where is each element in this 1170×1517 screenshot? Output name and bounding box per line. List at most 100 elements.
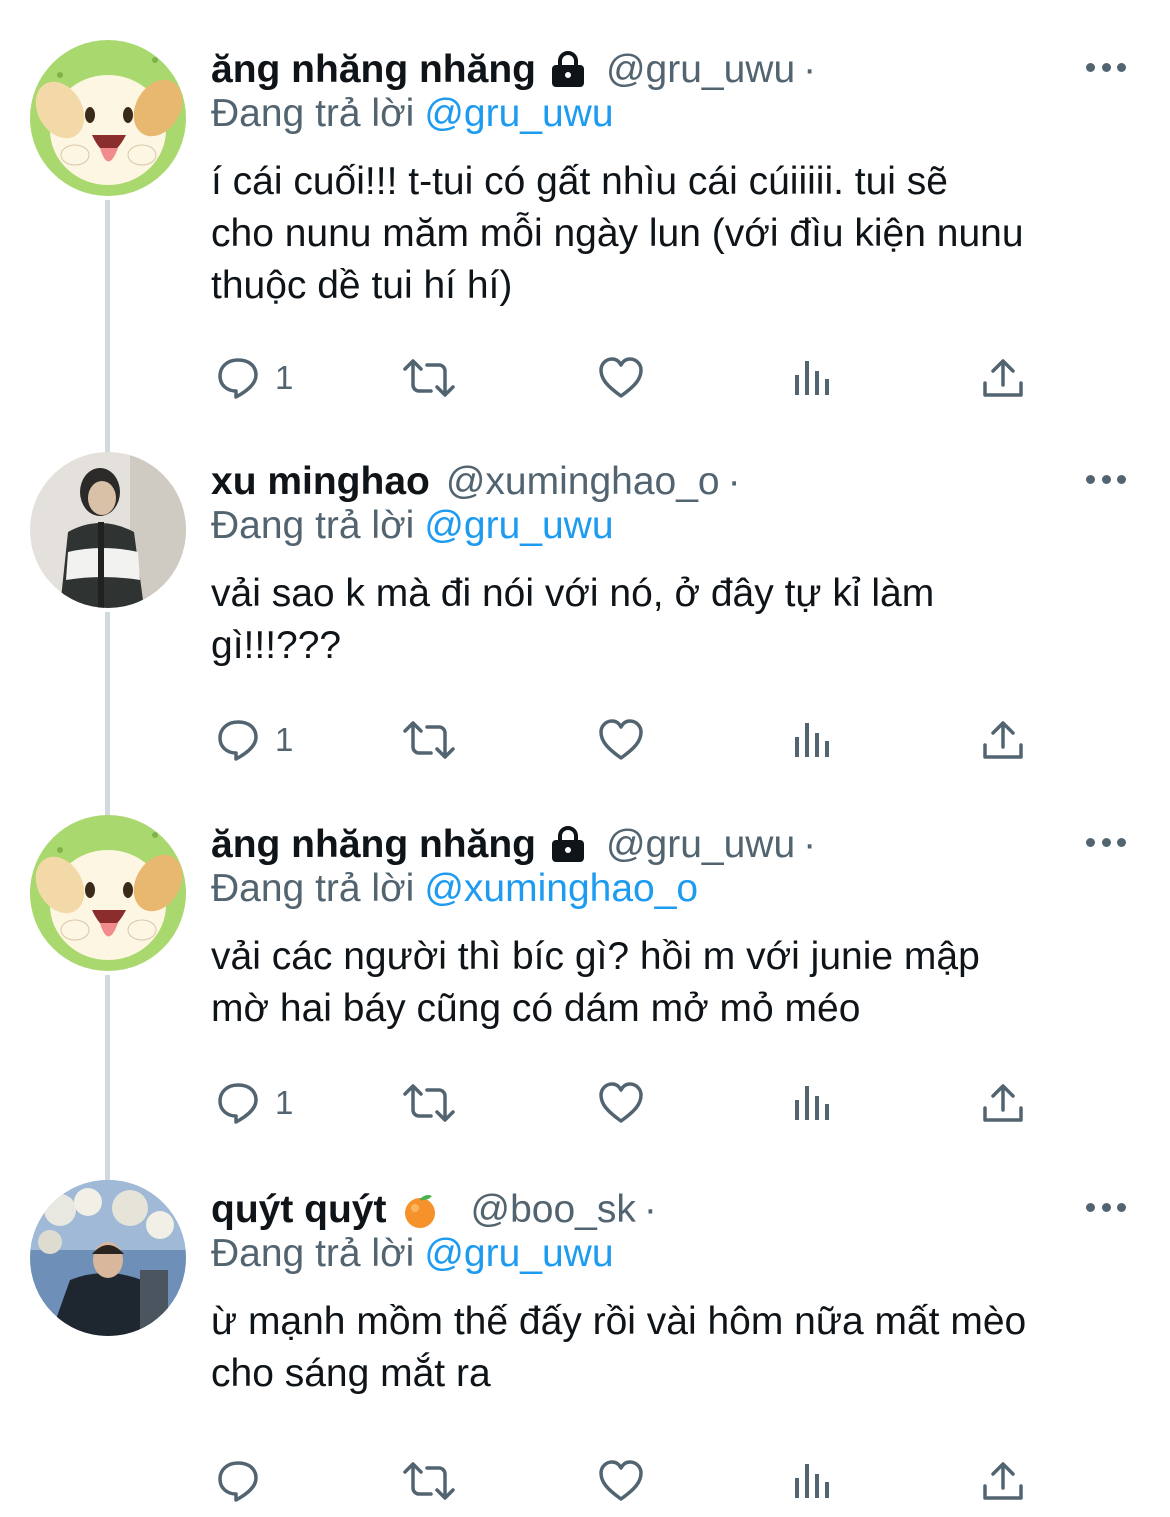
mention-link[interactable]: @gru_uwu — [424, 504, 613, 547]
reply-count: 1 — [275, 359, 294, 396]
share-icon — [983, 359, 1023, 397]
separator: · — [643, 1188, 657, 1231]
replying-to: Đang trả lời @xuminghao_o — [211, 867, 698, 911]
share-button[interactable] — [981, 353, 1025, 403]
retweet-icon — [403, 359, 455, 397]
retweet-button[interactable] — [401, 1456, 457, 1506]
tweet[interactable]: quýt quýt @boo_sk · Đang trả lời @gru_uwu… — [0, 1180, 1170, 1510]
more-options-button[interactable] — [1086, 1192, 1126, 1222]
handle[interactable]: @boo_sk — [470, 1188, 635, 1232]
reply-count: 1 — [275, 721, 294, 758]
tangerine-emoji-icon — [400, 1190, 440, 1230]
analytics-icon — [795, 1086, 829, 1120]
action-bar: 1 — [211, 1078, 1051, 1128]
share-button[interactable] — [981, 1456, 1025, 1506]
more-dot — [1101, 62, 1111, 72]
more-dot — [1086, 62, 1095, 72]
analytics-button[interactable] — [791, 715, 835, 765]
avatar[interactable] — [30, 40, 186, 196]
more-dot — [1086, 474, 1095, 484]
reply-count: 1 — [275, 1084, 294, 1121]
reply-button[interactable]: 1 — [215, 715, 293, 765]
heart-icon — [599, 357, 643, 398]
analytics-button[interactable] — [791, 1456, 835, 1506]
mention-link[interactable]: @xuminghao_o — [424, 867, 698, 910]
analytics-button[interactable] — [791, 1078, 835, 1128]
retweet-icon — [403, 1084, 455, 1122]
replying-to: Đang trả lời @gru_uwu — [211, 1232, 614, 1276]
more-dot — [1117, 1202, 1126, 1212]
retweet-button[interactable] — [401, 1078, 457, 1128]
handle[interactable]: @gru_uwu — [606, 823, 795, 867]
more-dot — [1117, 62, 1126, 72]
avatar[interactable] — [30, 1180, 186, 1336]
tweet-text: ừ mạnh mồm thế đấy rồi vài hôm nữa mất m… — [211, 1300, 1027, 1395]
retweet-button[interactable] — [401, 353, 457, 403]
tweet[interactable]: ăng nhăng nhăng @gru_uwu · Đang trả lời @… — [0, 815, 1170, 1155]
tweet-text: vải sao k mà đi nói với nó, ở đây tự kỉ … — [211, 572, 935, 667]
retweet-icon — [403, 1462, 455, 1500]
more-dot — [1101, 1202, 1111, 1212]
more-dot — [1101, 837, 1111, 847]
analytics-icon — [795, 1464, 829, 1498]
more-dot — [1101, 474, 1111, 484]
mention-link[interactable]: @gru_uwu — [424, 1232, 613, 1275]
like-button[interactable] — [597, 353, 645, 403]
more-dot — [1086, 1202, 1095, 1212]
heart-icon — [599, 1460, 643, 1501]
display-name[interactable]: ăng nhăng nhăng — [211, 823, 536, 867]
retweet-icon — [403, 721, 455, 759]
tweet-text: í cái cuối!!! t-tui có gất nhìu cái cúii… — [211, 160, 1024, 307]
heart-icon — [599, 1082, 643, 1123]
replying-to: Đang trả lời @gru_uwu — [211, 504, 614, 548]
reply-icon — [218, 1083, 258, 1124]
separator: · — [803, 48, 817, 91]
reply-button[interactable]: 1 — [215, 353, 293, 403]
tweet[interactable]: xu minghao @xuminghao_o · Đang trả lời @g… — [0, 452, 1170, 792]
handle[interactable]: @gru_uwu — [606, 48, 795, 92]
lock-icon — [546, 50, 590, 90]
retweet-button[interactable] — [401, 715, 457, 765]
avatar[interactable] — [30, 452, 186, 608]
replying-label: Đang trả lời — [211, 504, 415, 547]
separator: · — [803, 823, 817, 866]
display-name[interactable]: xu minghao — [211, 460, 430, 504]
analytics-icon — [795, 361, 829, 395]
tweet[interactable]: ăng nhăng nhăng @gru_uwu · Đang trả lời @… — [0, 40, 1170, 420]
share-button[interactable] — [981, 1078, 1025, 1128]
action-bar: 1 — [211, 715, 1051, 765]
more-dot — [1086, 837, 1095, 847]
reply-icon — [218, 358, 258, 399]
analytics-icon — [795, 723, 829, 757]
display-name[interactable]: ăng nhăng nhăng — [211, 48, 536, 92]
reply-icon — [218, 1461, 258, 1502]
more-options-button[interactable] — [1086, 827, 1126, 857]
share-icon — [983, 1084, 1023, 1122]
analytics-button[interactable] — [791, 353, 835, 403]
replying-to: Đang trả lời @gru_uwu — [211, 92, 614, 136]
tweet-text: vải các người thì bíc gì? hồi m với juni… — [211, 935, 980, 1030]
heart-icon — [599, 719, 643, 760]
reply-button[interactable]: 1 — [215, 1078, 293, 1128]
more-options-button[interactable] — [1086, 464, 1126, 494]
display-name[interactable]: quýt quýt — [211, 1188, 386, 1232]
avatar[interactable] — [30, 815, 186, 971]
replying-label: Đang trả lời — [211, 92, 415, 135]
share-icon — [983, 1462, 1023, 1500]
like-button[interactable] — [597, 715, 645, 765]
replying-label: Đang trả lời — [211, 867, 415, 910]
share-icon — [983, 721, 1023, 759]
like-button[interactable] — [597, 1078, 645, 1128]
action-bar: 1 — [211, 353, 1051, 403]
handle[interactable]: @xuminghao_o — [446, 460, 720, 504]
like-button[interactable] — [597, 1456, 645, 1506]
share-button[interactable] — [981, 715, 1025, 765]
lock-icon — [546, 825, 590, 865]
replying-label: Đang trả lời — [211, 1232, 415, 1275]
more-options-button[interactable] — [1086, 52, 1126, 82]
reply-button[interactable] — [215, 1456, 275, 1506]
reply-icon — [218, 720, 258, 761]
action-bar — [211, 1456, 1051, 1506]
more-dot — [1117, 837, 1126, 847]
mention-link[interactable]: @gru_uwu — [424, 92, 613, 135]
